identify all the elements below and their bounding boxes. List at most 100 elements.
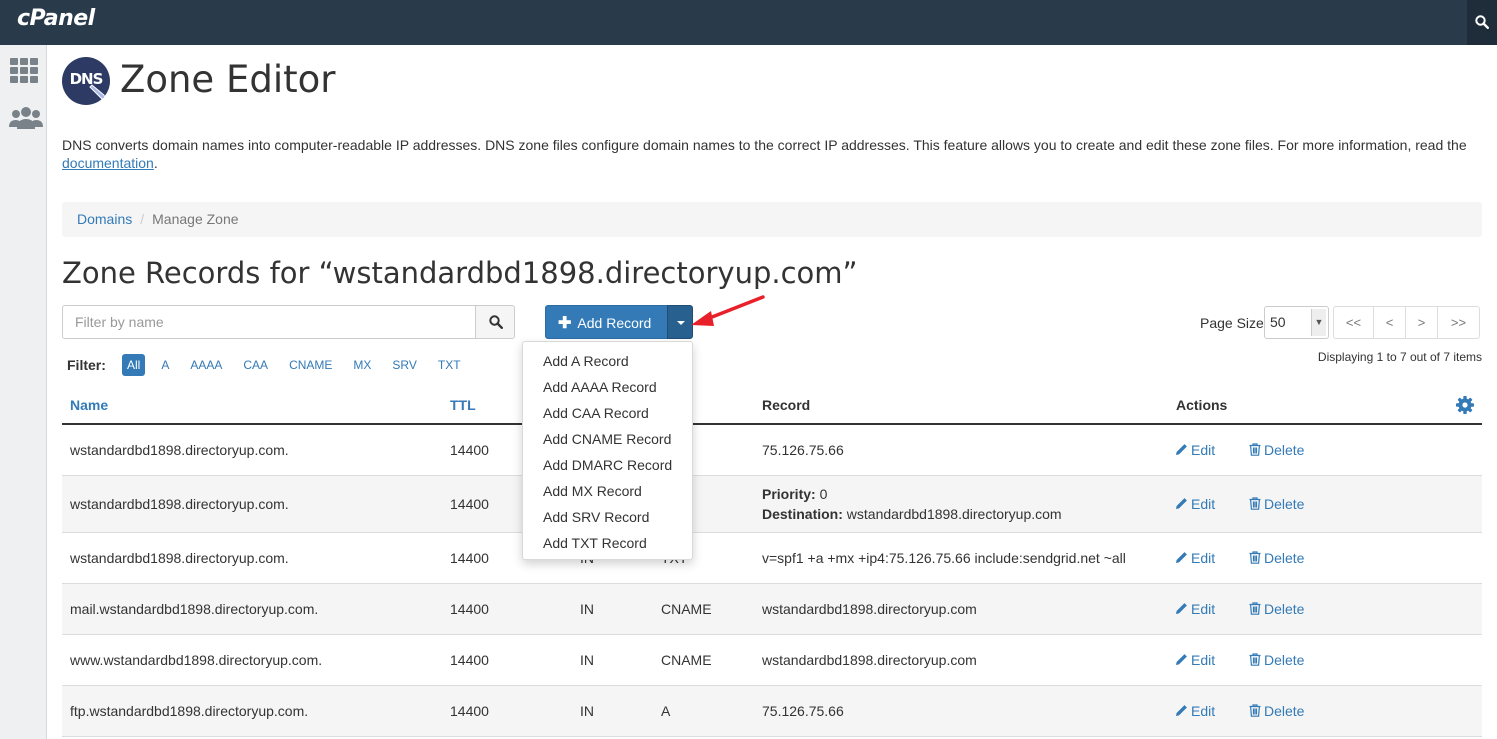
pagination: << < > >> <box>1333 306 1480 339</box>
record-value: 75.126.75.66 <box>762 442 844 458</box>
table-row: mail.wstandardbd1898.directoryup.com. 14… <box>62 584 1482 635</box>
delete-button[interactable]: Delete <box>1249 550 1304 566</box>
record-type: A <box>661 703 671 719</box>
filter-cname[interactable]: CNAME <box>284 354 337 376</box>
trash-icon <box>1249 653 1261 666</box>
menu-add-a-record[interactable]: Add A Record <box>523 349 692 375</box>
documentation-link[interactable]: documentation <box>62 155 154 171</box>
caret-down-icon <box>677 321 685 325</box>
displaying-count: Displaying 1 to 7 out of 7 items <box>1317 350 1482 364</box>
trash-icon <box>1249 497 1261 510</box>
filter-aaaa[interactable]: AAAA <box>185 354 227 376</box>
menu-add-aaaa-record[interactable]: Add AAAA Record <box>523 375 692 401</box>
edit-button[interactable]: Edit <box>1175 496 1215 512</box>
record-name: mail.wstandardbd1898.directoryup.com. <box>70 601 319 617</box>
delete-button[interactable]: Delete <box>1249 442 1304 458</box>
pencil-icon <box>89 84 106 100</box>
record-name: wstandardbd1898.directoryup.com. <box>70 550 289 566</box>
edit-button[interactable]: Edit <box>1175 601 1215 617</box>
trash-icon <box>1249 551 1261 564</box>
menu-add-srv-record[interactable]: Add SRV Record <box>523 505 692 531</box>
cpanel-logo[interactable]: cPanel <box>17 6 95 31</box>
add-record-label: Add Record <box>577 315 652 331</box>
table-header: Name TTL Type Record Actions <box>62 387 1482 425</box>
delete-button[interactable]: Delete <box>1249 652 1304 668</box>
pencil-icon <box>1176 498 1187 509</box>
filter-srv[interactable]: SRV <box>387 354 421 376</box>
record-class: IN <box>580 652 594 668</box>
edit-button[interactable]: Edit <box>1175 550 1215 566</box>
edit-label: Edit <box>1191 601 1216 617</box>
record-priority: Priority: 0 <box>762 486 827 502</box>
record-value: wstandardbd1898.directoryup.com <box>762 652 977 668</box>
add-record-button[interactable]: ✚ Add Record <box>545 305 668 339</box>
table-row: www.wstandardbd1898.directoryup.com. 144… <box>62 635 1482 686</box>
zone-records-table: Name TTL Type Record Actions wstandardbd… <box>62 387 1482 737</box>
record-name: ftp.wstandardbd1898.directoryup.com. <box>70 703 309 719</box>
delete-label: Delete <box>1264 550 1305 566</box>
column-header-name[interactable]: Name <box>70 397 108 413</box>
trash-icon <box>1249 443 1261 456</box>
pencil-icon <box>1176 705 1187 716</box>
edit-label: Edit <box>1191 442 1216 458</box>
breadcrumb: Domains / Manage Zone <box>62 202 1482 237</box>
edit-button[interactable]: Edit <box>1175 703 1215 719</box>
destination-value: wstandardbd1898.directoryup.com <box>846 506 1062 522</box>
filter-txt[interactable]: TXT <box>433 354 466 376</box>
table-row: wstandardbd1898.directoryup.com. 14400 7… <box>62 425 1482 476</box>
sidebar <box>0 45 47 739</box>
menu-add-dmarc-record[interactable]: Add DMARC Record <box>523 453 692 479</box>
delete-button[interactable]: Delete <box>1249 601 1304 617</box>
page-size-select[interactable]: 50 ▼ <box>1264 306 1329 339</box>
column-header-actions: Actions <box>1176 397 1228 413</box>
next-page-button[interactable]: > <box>1405 306 1438 339</box>
page-size-label: Page Size <box>1200 315 1264 331</box>
zone-records-title: Zone Records for “wstandardbd1898.direct… <box>62 256 858 290</box>
menu-add-mx-record[interactable]: Add MX Record <box>523 479 692 505</box>
record-value: wstandardbd1898.directoryup.com <box>762 601 977 617</box>
last-page-button[interactable]: >> <box>1437 306 1480 339</box>
apps-grid-icon[interactable] <box>8 57 40 85</box>
column-header-record: Record <box>762 397 811 413</box>
filter-mx[interactable]: MX <box>348 354 376 376</box>
filter-caa[interactable]: CAA <box>238 354 273 376</box>
record-class: IN <box>580 601 594 617</box>
add-record-menu: Add A Record Add AAAA Record Add CAA Rec… <box>522 341 693 560</box>
breadcrumb-current: Manage Zone <box>152 211 239 227</box>
breadcrumb-separator: / <box>140 211 145 227</box>
filter-all[interactable]: All <box>122 354 146 376</box>
plus-icon: ✚ <box>558 315 572 332</box>
trash-icon <box>1249 602 1261 615</box>
record-name: wstandardbd1898.directoryup.com. <box>70 496 289 512</box>
menu-add-txt-record[interactable]: Add TXT Record <box>523 531 692 557</box>
record-class: IN <box>580 703 594 719</box>
priority-label: Priority: <box>762 486 816 502</box>
edit-button[interactable]: Edit <box>1175 442 1215 458</box>
users-icon[interactable] <box>8 105 43 133</box>
chevron-down-icon: ▼ <box>1311 309 1326 336</box>
menu-add-cname-record[interactable]: Add CNAME Record <box>523 427 692 453</box>
filter-search-button[interactable] <box>475 305 515 339</box>
first-page-button[interactable]: << <box>1333 306 1374 339</box>
delete-label: Delete <box>1264 496 1305 512</box>
table-row: ftp.wstandardbd1898.directoryup.com. 144… <box>62 686 1482 737</box>
filter-a[interactable]: A <box>156 354 174 376</box>
edit-button[interactable]: Edit <box>1175 652 1215 668</box>
page-description: DNS converts domain names into computer-… <box>62 136 1482 172</box>
edit-label: Edit <box>1191 703 1216 719</box>
record-ttl: 14400 <box>450 550 489 566</box>
annotation-arrow <box>691 295 765 326</box>
filter-by-name-input[interactable] <box>62 305 476 339</box>
delete-button[interactable]: Delete <box>1249 703 1304 719</box>
record-type: CNAME <box>661 601 712 617</box>
breadcrumb-domains-link[interactable]: Domains <box>77 211 132 227</box>
menu-add-caa-record[interactable]: Add CAA Record <box>523 401 692 427</box>
record-name: wstandardbd1898.directoryup.com. <box>70 442 289 458</box>
top-bar: cPanel <box>0 0 1497 45</box>
page-size-value: 50 <box>1270 314 1286 330</box>
gear-icon[interactable] <box>1455 395 1475 415</box>
delete-button[interactable]: Delete <box>1249 496 1304 512</box>
header-search-button[interactable] <box>1467 0 1497 45</box>
previous-page-button[interactable]: < <box>1373 306 1406 339</box>
column-header-ttl[interactable]: TTL <box>450 397 476 413</box>
